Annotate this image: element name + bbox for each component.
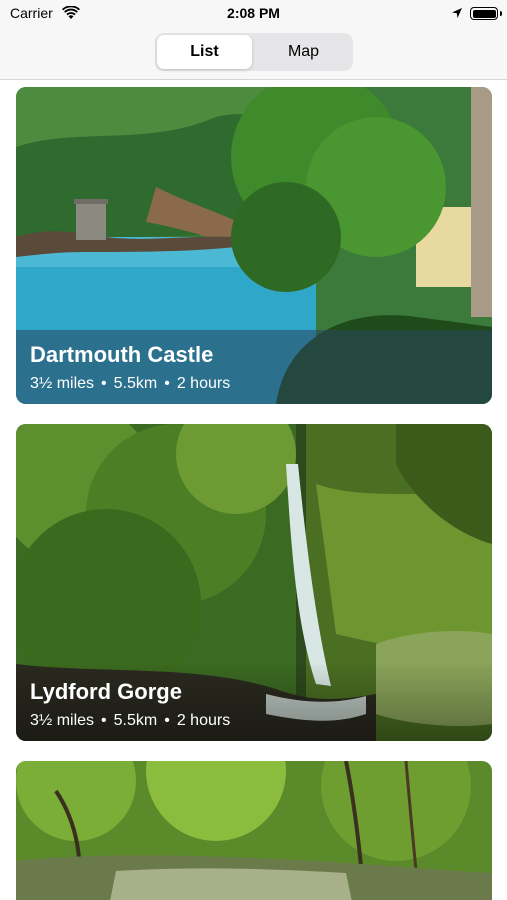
battery-icon <box>470 7 502 20</box>
status-time: 2:08 PM <box>227 5 280 21</box>
walk-details: 3½ miles • 5.5km • 2 hours <box>30 375 230 393</box>
walk-distance-km: 5.5km <box>113 712 158 729</box>
status-bar: Carrier 2:08 PM <box>0 0 507 28</box>
walk-distance-miles: 3½ miles <box>30 375 95 392</box>
walk-card-lydford-gorge[interactable]: Lydford Gorge 3½ miles • 5.5km • 2 hours <box>16 424 492 741</box>
walk-duration: 2 hours <box>176 712 231 729</box>
location-arrow-icon <box>452 8 462 18</box>
segment-list[interactable]: List <box>157 35 252 69</box>
segment-map[interactable]: Map <box>256 35 351 69</box>
walk-card-dartmouth-castle[interactable]: Dartmouth Castle 3½ miles • 5.5km • 2 hours <box>16 87 492 404</box>
separator-dot: • <box>164 712 170 729</box>
navigation-bar: List Map <box>0 28 507 80</box>
separator-dot: • <box>101 375 107 392</box>
separator-dot: • <box>164 375 170 392</box>
walk-distance-miles: 3½ miles <box>30 712 95 729</box>
walk-card-woodland-stream[interactable] <box>16 761 492 900</box>
separator-dot: • <box>101 712 107 729</box>
walk-distance-km: 5.5km <box>113 375 158 392</box>
walk-details: 3½ miles • 5.5km • 2 hours <box>30 712 230 730</box>
woodland-stream-photo <box>16 761 492 900</box>
walk-title: Dartmouth Castle <box>30 342 214 367</box>
walk-title: Lydford Gorge <box>30 679 182 704</box>
view-mode-segmented-control: List Map <box>155 33 353 71</box>
walk-duration: 2 hours <box>176 375 231 392</box>
